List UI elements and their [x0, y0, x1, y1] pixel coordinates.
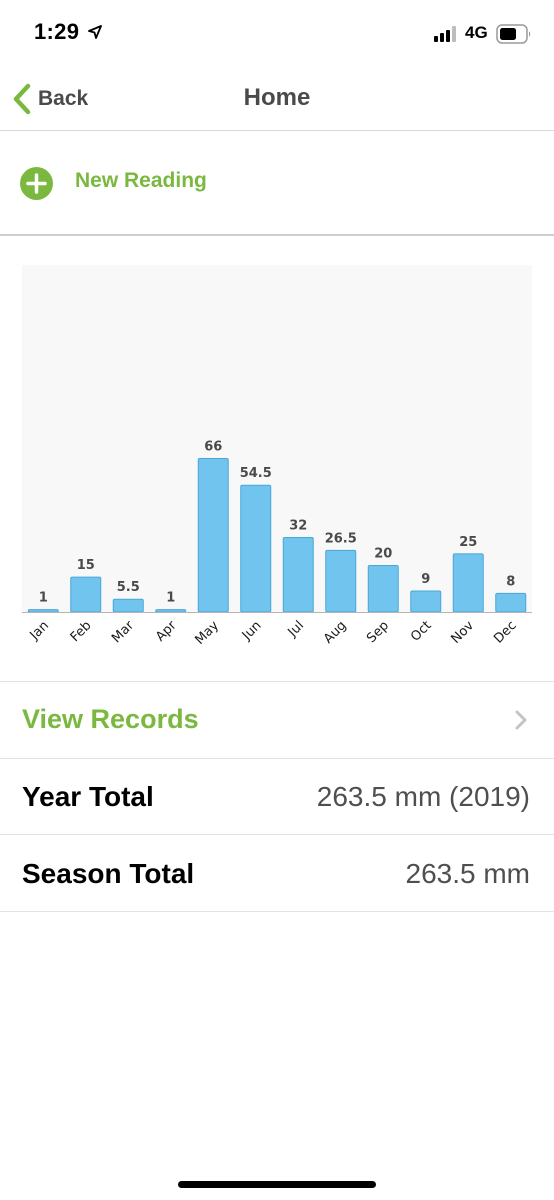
data-label-nov: 25: [459, 535, 477, 550]
tick-label-may: May: [192, 618, 222, 648]
bar-may: [197, 457, 229, 613]
bar-nov: [452, 553, 484, 613]
season-total-row: Season Total 263.5 mm: [0, 835, 554, 912]
bar-aug: [325, 549, 357, 613]
tick-label-mar: Mar: [109, 618, 137, 646]
tick-label-sep: Sep: [364, 618, 392, 646]
bar-feb: [70, 576, 102, 613]
tick-label-dec: Dec: [491, 618, 519, 646]
data-label-oct: 9: [421, 572, 430, 587]
bar-dec: [495, 592, 527, 613]
tick-label-aug: Aug: [321, 618, 350, 647]
data-label-may: 66: [204, 439, 222, 454]
view-records-label: View Records: [22, 704, 199, 734]
tick-label-jul: Jul: [285, 618, 307, 640]
tick-label-apr: Apr: [153, 618, 180, 645]
home-indicator: [178, 1181, 376, 1188]
season-total-value: 263.5 mm: [405, 858, 531, 889]
data-label-aug: 26.5: [325, 531, 357, 546]
data-label-dec: 8: [506, 574, 515, 589]
data-label-apr: 1: [166, 591, 175, 606]
tick-label-nov: Nov: [449, 618, 478, 647]
year-total-label: Year Total: [22, 781, 154, 812]
chevron-right-icon: [515, 710, 527, 730]
tick-label-jan: Jan: [27, 618, 52, 643]
bar-jul: [282, 537, 314, 613]
tick-label-oct: Oct: [408, 618, 435, 645]
bar-jan: [27, 609, 59, 613]
rainfall-bar-chart: 1 Jan 15 Feb 5.5 Mar 1 Apr 66 May 54.5 Jun 32 Jul 26.5…: [22, 439, 532, 648]
bar-apr: [155, 609, 187, 613]
bar-jun: [240, 484, 272, 613]
tick-label-jun: Jun: [239, 618, 265, 644]
data-label-mar: 5.5: [117, 580, 140, 595]
data-label-jan: 1: [39, 591, 48, 606]
year-total-value: 263.5 mm (2019): [316, 781, 530, 812]
bar-oct: [410, 590, 442, 613]
year-total-row: Year Total 263.5 mm (2019): [0, 758, 554, 835]
tick-label-feb: Feb: [68, 618, 95, 645]
data-label-sep: 20: [374, 546, 392, 561]
view-records-button[interactable]: View Records: [0, 681, 554, 759]
data-label-jun: 54.5: [240, 466, 272, 481]
bar-sep: [367, 564, 399, 613]
data-label-jul: 32: [289, 519, 307, 534]
data-label-feb: 15: [77, 558, 95, 573]
season-total-label: Season Total: [22, 858, 195, 889]
bar-mar: [112, 598, 144, 613]
